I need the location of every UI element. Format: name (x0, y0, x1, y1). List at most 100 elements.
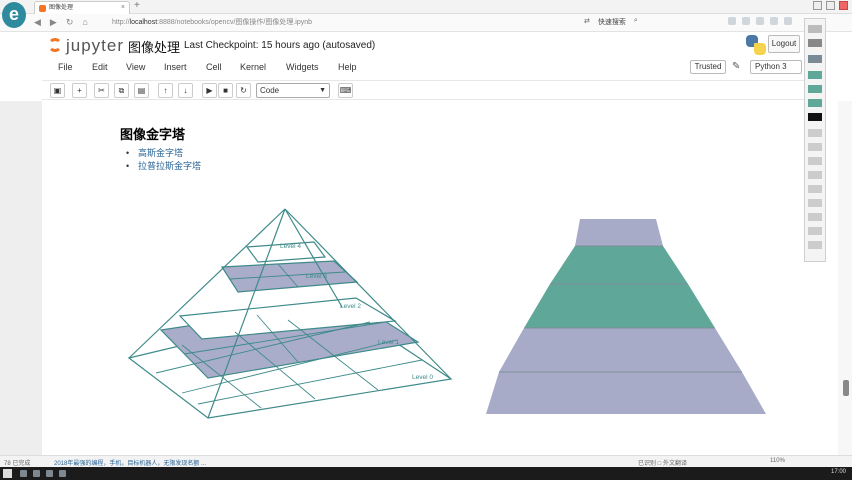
close-window-button[interactable] (839, 1, 848, 10)
pyramid-layer (499, 328, 742, 372)
move-tool-icon[interactable] (808, 213, 822, 221)
scrollbar-track[interactable] (838, 101, 852, 455)
search-icon[interactable]: ⌕ (634, 17, 638, 27)
browser-tab-title: 图像处理 (49, 5, 74, 11)
forward-icon[interactable]: ▶ (50, 17, 57, 28)
interrupt-button[interactable]: ■ (218, 83, 233, 98)
url-prefix: http:// (112, 19, 130, 26)
tab-close-icon[interactable]: × (121, 2, 125, 14)
copy-button[interactable]: ⧉ (114, 83, 129, 98)
arrow-tool-icon[interactable] (808, 171, 822, 179)
url-input[interactable]: http://localhost:8888/notebooks/opencv/图… (112, 16, 580, 29)
annotation-toolbox (804, 18, 826, 262)
status-text: 78 已完成 (4, 461, 31, 467)
checkpoint-status: Last Checkpoint: 15 hours ago (autosaved… (184, 40, 376, 51)
zoom-level[interactable]: 110% (770, 458, 785, 464)
address-bar: ◀ ▶ ↻ ⌂ http://localhost:8888/notebooks/… (0, 14, 852, 32)
menu-cell[interactable]: Cell (206, 62, 222, 72)
browser-logo[interactable]: e (2, 2, 26, 28)
cell-type-select[interactable]: Code ▼ (256, 83, 330, 98)
url-host: localhost (129, 19, 158, 26)
notebook-name[interactable]: 图像处理 (128, 37, 180, 56)
os-taskbar: 17:00 (0, 467, 852, 480)
menu-insert[interactable]: Insert (164, 62, 187, 72)
app-icon[interactable] (46, 470, 53, 477)
new-tab-button[interactable]: + (134, 0, 140, 11)
pencil-icon[interactable]: ✎ (732, 61, 740, 72)
share-icon[interactable]: ⇄ (584, 17, 590, 27)
scrollbar-thumb[interactable] (843, 380, 849, 396)
move-down-button[interactable]: ↓ (178, 83, 193, 98)
window-controls (813, 1, 848, 10)
color-swatch-teal[interactable] (808, 99, 822, 107)
menu-view[interactable]: View (126, 62, 145, 72)
screen: 图像处理 × + e ◀ ▶ ↻ ⌂ http://localhost:8888… (0, 0, 852, 480)
run-button[interactable]: ▶ (202, 83, 217, 98)
jupyter-logo[interactable]: jupyter (48, 35, 123, 57)
nav-buttons: ◀ ▶ ↻ ⌂ (34, 17, 88, 28)
extension-icon[interactable] (784, 17, 792, 25)
markdown-heading: 图像金字塔 (120, 127, 186, 142)
fill-tool-icon[interactable] (808, 55, 822, 63)
pyramid-layer (550, 246, 688, 284)
extension-icon[interactable] (742, 17, 750, 25)
menubar: File Edit View Insert Cell Kernel Widget… (42, 60, 816, 76)
color-swatch-teal[interactable] (808, 71, 822, 79)
eraser-tool-icon[interactable] (808, 199, 822, 207)
pen-tool-icon[interactable] (808, 25, 822, 33)
status-link[interactable]: 2018年最强的编程，手机，目标机器人，无限发现名额 ... (54, 458, 206, 467)
minimize-button[interactable] (813, 1, 822, 10)
back-icon[interactable]: ◀ (34, 17, 41, 28)
save-button[interactable]: ▣ (50, 83, 65, 98)
trusted-badge[interactable]: Trusted (690, 60, 726, 74)
restart-button[interactable]: ↻ (236, 83, 251, 98)
image-pyramid-figure: Level 4 Level 3 Level 2 Level 1 Level 0 (127, 208, 766, 419)
app-icon[interactable] (33, 470, 40, 477)
list-item[interactable]: 高斯金字塔 (126, 147, 201, 160)
kernel-name[interactable]: Python 3 (750, 60, 802, 74)
insert-cell-button[interactable]: + (72, 83, 87, 98)
taskbar-apps (20, 470, 66, 477)
clear-tool-icon[interactable] (808, 241, 822, 249)
logout-button[interactable]: Logout (768, 35, 800, 53)
app-icon[interactable] (20, 470, 27, 477)
menu-widgets[interactable]: Widgets (286, 62, 319, 72)
address-actions: ⇄ 快速搜索 ⌕ (584, 17, 638, 27)
text-tool-icon[interactable] (808, 185, 822, 193)
app-icon[interactable] (59, 470, 66, 477)
jupyter-header: jupyter 图像处理 Last Checkpoint: 15 hours a… (42, 32, 802, 58)
line-tool-icon[interactable] (808, 129, 822, 137)
cut-button[interactable]: ✂ (94, 83, 109, 98)
extension-icon[interactable] (728, 17, 736, 25)
menu-kernel[interactable]: Kernel (240, 62, 266, 72)
status-tools[interactable]: 已识别 □ 外文翻译 (638, 458, 687, 467)
browser-tab[interactable]: 图像处理 × (34, 1, 130, 14)
rect-tool-icon[interactable] (808, 143, 822, 151)
refresh-icon[interactable]: ↻ (66, 17, 74, 28)
extension-icon[interactable] (756, 17, 764, 25)
paste-button[interactable]: ▤ (134, 83, 149, 98)
laplacian-pyramid-diagram (486, 219, 766, 414)
browser-tab-strip: 图像处理 × + (0, 0, 852, 14)
maximize-button[interactable] (826, 1, 835, 10)
level-2-label: Level 2 (340, 303, 361, 310)
start-button[interactable] (3, 469, 12, 478)
cell-type-value: Code (260, 86, 280, 95)
menu-edit[interactable]: Edit (92, 62, 108, 72)
color-swatch-teal[interactable] (808, 85, 822, 93)
undo-tool-icon[interactable] (808, 227, 822, 235)
command-palette-button[interactable]: ⌨ (338, 83, 353, 98)
level-0-label: Level 0 (412, 374, 433, 381)
notebook-toolbar: ▣ + ✂ ⧉ ▤ ↑ ↓ ▶ ■ ↻ Code ▼ ⌨ (42, 80, 804, 100)
list-item[interactable]: 拉普拉斯金字塔 (126, 160, 201, 173)
move-up-button[interactable]: ↑ (158, 83, 173, 98)
quick-search-button[interactable]: 快速搜索 (598, 17, 626, 27)
extension-icon[interactable] (770, 17, 778, 25)
ellipse-tool-icon[interactable] (808, 157, 822, 165)
shape-tool-icon[interactable] (808, 39, 822, 47)
pyramid-layer (575, 219, 663, 246)
menu-file[interactable]: File (58, 62, 73, 72)
home-icon[interactable]: ⌂ (82, 17, 87, 28)
menu-help[interactable]: Help (338, 62, 357, 72)
color-swatch-black[interactable] (808, 113, 822, 121)
